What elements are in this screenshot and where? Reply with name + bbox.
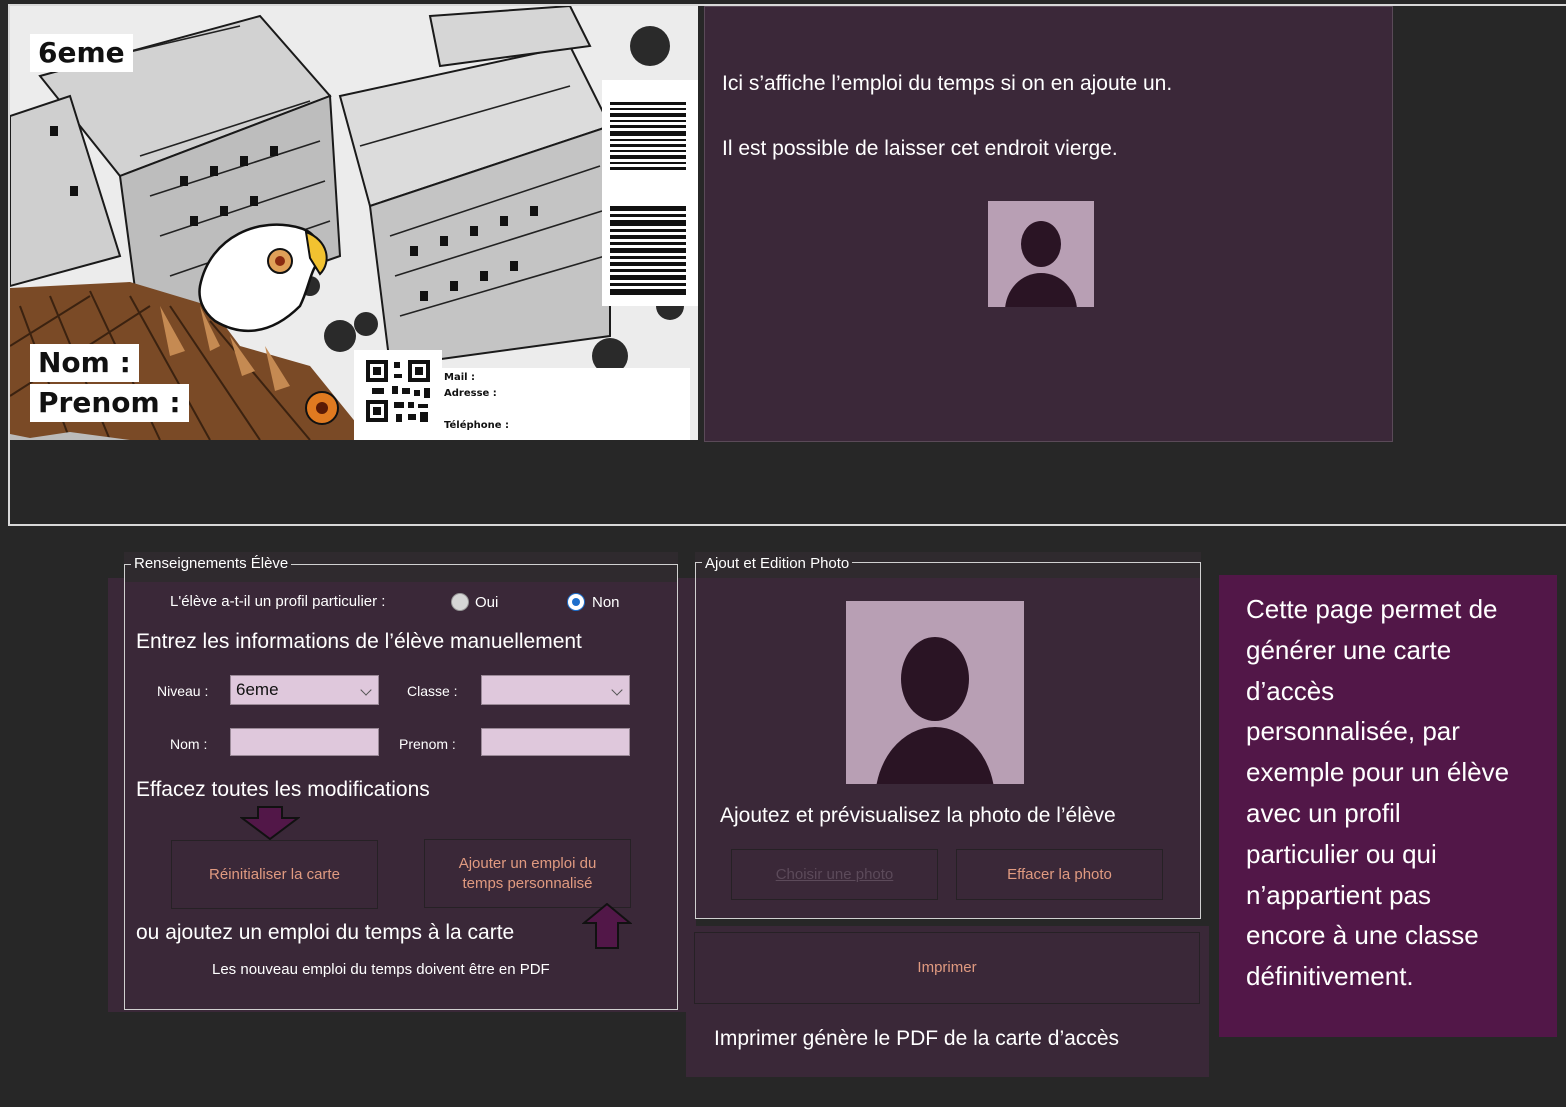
annotation-print-info: Imprimer génère le PDF de la carte d’acc… — [714, 1027, 1119, 1050]
timetable-placeholder-text: Ici s’affiche l’emploi du temps si on en… — [722, 68, 1382, 165]
info-line: définitivement. — [1246, 961, 1414, 992]
photo-group-title: Ajout et Edition Photo — [702, 555, 853, 573]
access-card-preview: 6eme Nom : Prenom : Mail : Adresse : Tél… — [10, 6, 698, 440]
chevron-down-icon — [611, 684, 623, 696]
arrow-up-icon — [582, 903, 632, 949]
niveau-label: Niveau : — [157, 683, 209, 699]
card-telephone-label: Téléphone : — [444, 420, 510, 431]
info-line: exemple pour un élève — [1246, 757, 1510, 788]
annotation-photo-preview: Ajoutez et prévisualisez la photo de l’é… — [720, 804, 1116, 827]
photo-preview-avatar-icon — [846, 601, 1024, 784]
info-line: personnalisée, par — [1246, 716, 1460, 747]
profile-question-label: L'élève a-t-il un profil particulier : — [170, 593, 386, 610]
timetable-avatar-icon — [988, 201, 1094, 307]
niveau-select-value: 6eme — [236, 680, 279, 699]
classe-select[interactable] — [481, 675, 630, 705]
nom-input[interactable] — [230, 728, 379, 756]
arrow-down-icon — [240, 806, 300, 840]
nom-label: Nom : — [170, 736, 208, 752]
card-mail-label: Mail : — [444, 372, 476, 383]
info-line: avec un profil — [1246, 797, 1401, 828]
chevron-down-icon — [360, 684, 372, 696]
page-description-box: Cette page permet de générer une carte d… — [1219, 575, 1557, 1037]
info-line: Cette page permet de — [1246, 594, 1498, 624]
annotation-manual-entry: Entrez les informations de l’élève manue… — [136, 630, 582, 653]
niveau-select[interactable]: 6eme — [230, 675, 379, 705]
prenom-input[interactable] — [481, 728, 630, 756]
info-line: d’accès — [1246, 675, 1335, 706]
classe-label: Classe : — [407, 683, 458, 699]
timetable-line-1: Ici s’affiche l’emploi du temps si on en… — [722, 72, 1173, 95]
clear-photo-button[interactable]: Effacer la photo — [956, 849, 1163, 900]
radio-non-label[interactable]: Non — [592, 594, 620, 611]
radio-non[interactable] — [567, 593, 585, 611]
card-prenom-label: Prenom : — [30, 384, 189, 422]
info-line: n’appartient pas — [1246, 879, 1432, 910]
info-line: encore à une classe — [1246, 920, 1479, 951]
card-level-label: 6eme — [30, 34, 133, 72]
info-line: générer une carte — [1246, 634, 1452, 665]
choose-photo-button[interactable]: Choisir une photo — [731, 849, 938, 900]
card-nom-label: Nom : — [30, 344, 139, 382]
pdf-format-note: Les nouveau emploi du temps doivent être… — [212, 961, 550, 978]
print-button[interactable]: Imprimer — [694, 932, 1200, 1004]
prenom-label: Prenom : — [399, 736, 456, 752]
add-timetable-label-line-1: Ajouter un emploi du — [458, 854, 597, 872]
card-contact-block: Mail : Adresse : Téléphone : — [440, 368, 690, 440]
student-group-title: Renseignements Élève — [131, 555, 292, 573]
card-adresse-label: Adresse : — [444, 388, 497, 399]
add-timetable-label-line-2: temps personnalisé — [462, 874, 593, 892]
add-custom-timetable-button[interactable]: Ajouter un emploi du temps personnalisé — [424, 839, 631, 908]
radio-oui-label[interactable]: Oui — [475, 594, 498, 611]
info-line: particulier ou qui — [1246, 838, 1437, 869]
timetable-line-2: Il est possible de laisser cet endroit v… — [722, 137, 1118, 160]
annotation-clear-all: Effacez toutes les modifications — [136, 778, 430, 801]
radio-oui[interactable] — [451, 593, 469, 611]
annotation-add-timetable: ou ajoutez un emploi du temps à la carte — [136, 921, 515, 944]
reset-card-button[interactable]: Réinitialiser la carte — [171, 840, 378, 909]
